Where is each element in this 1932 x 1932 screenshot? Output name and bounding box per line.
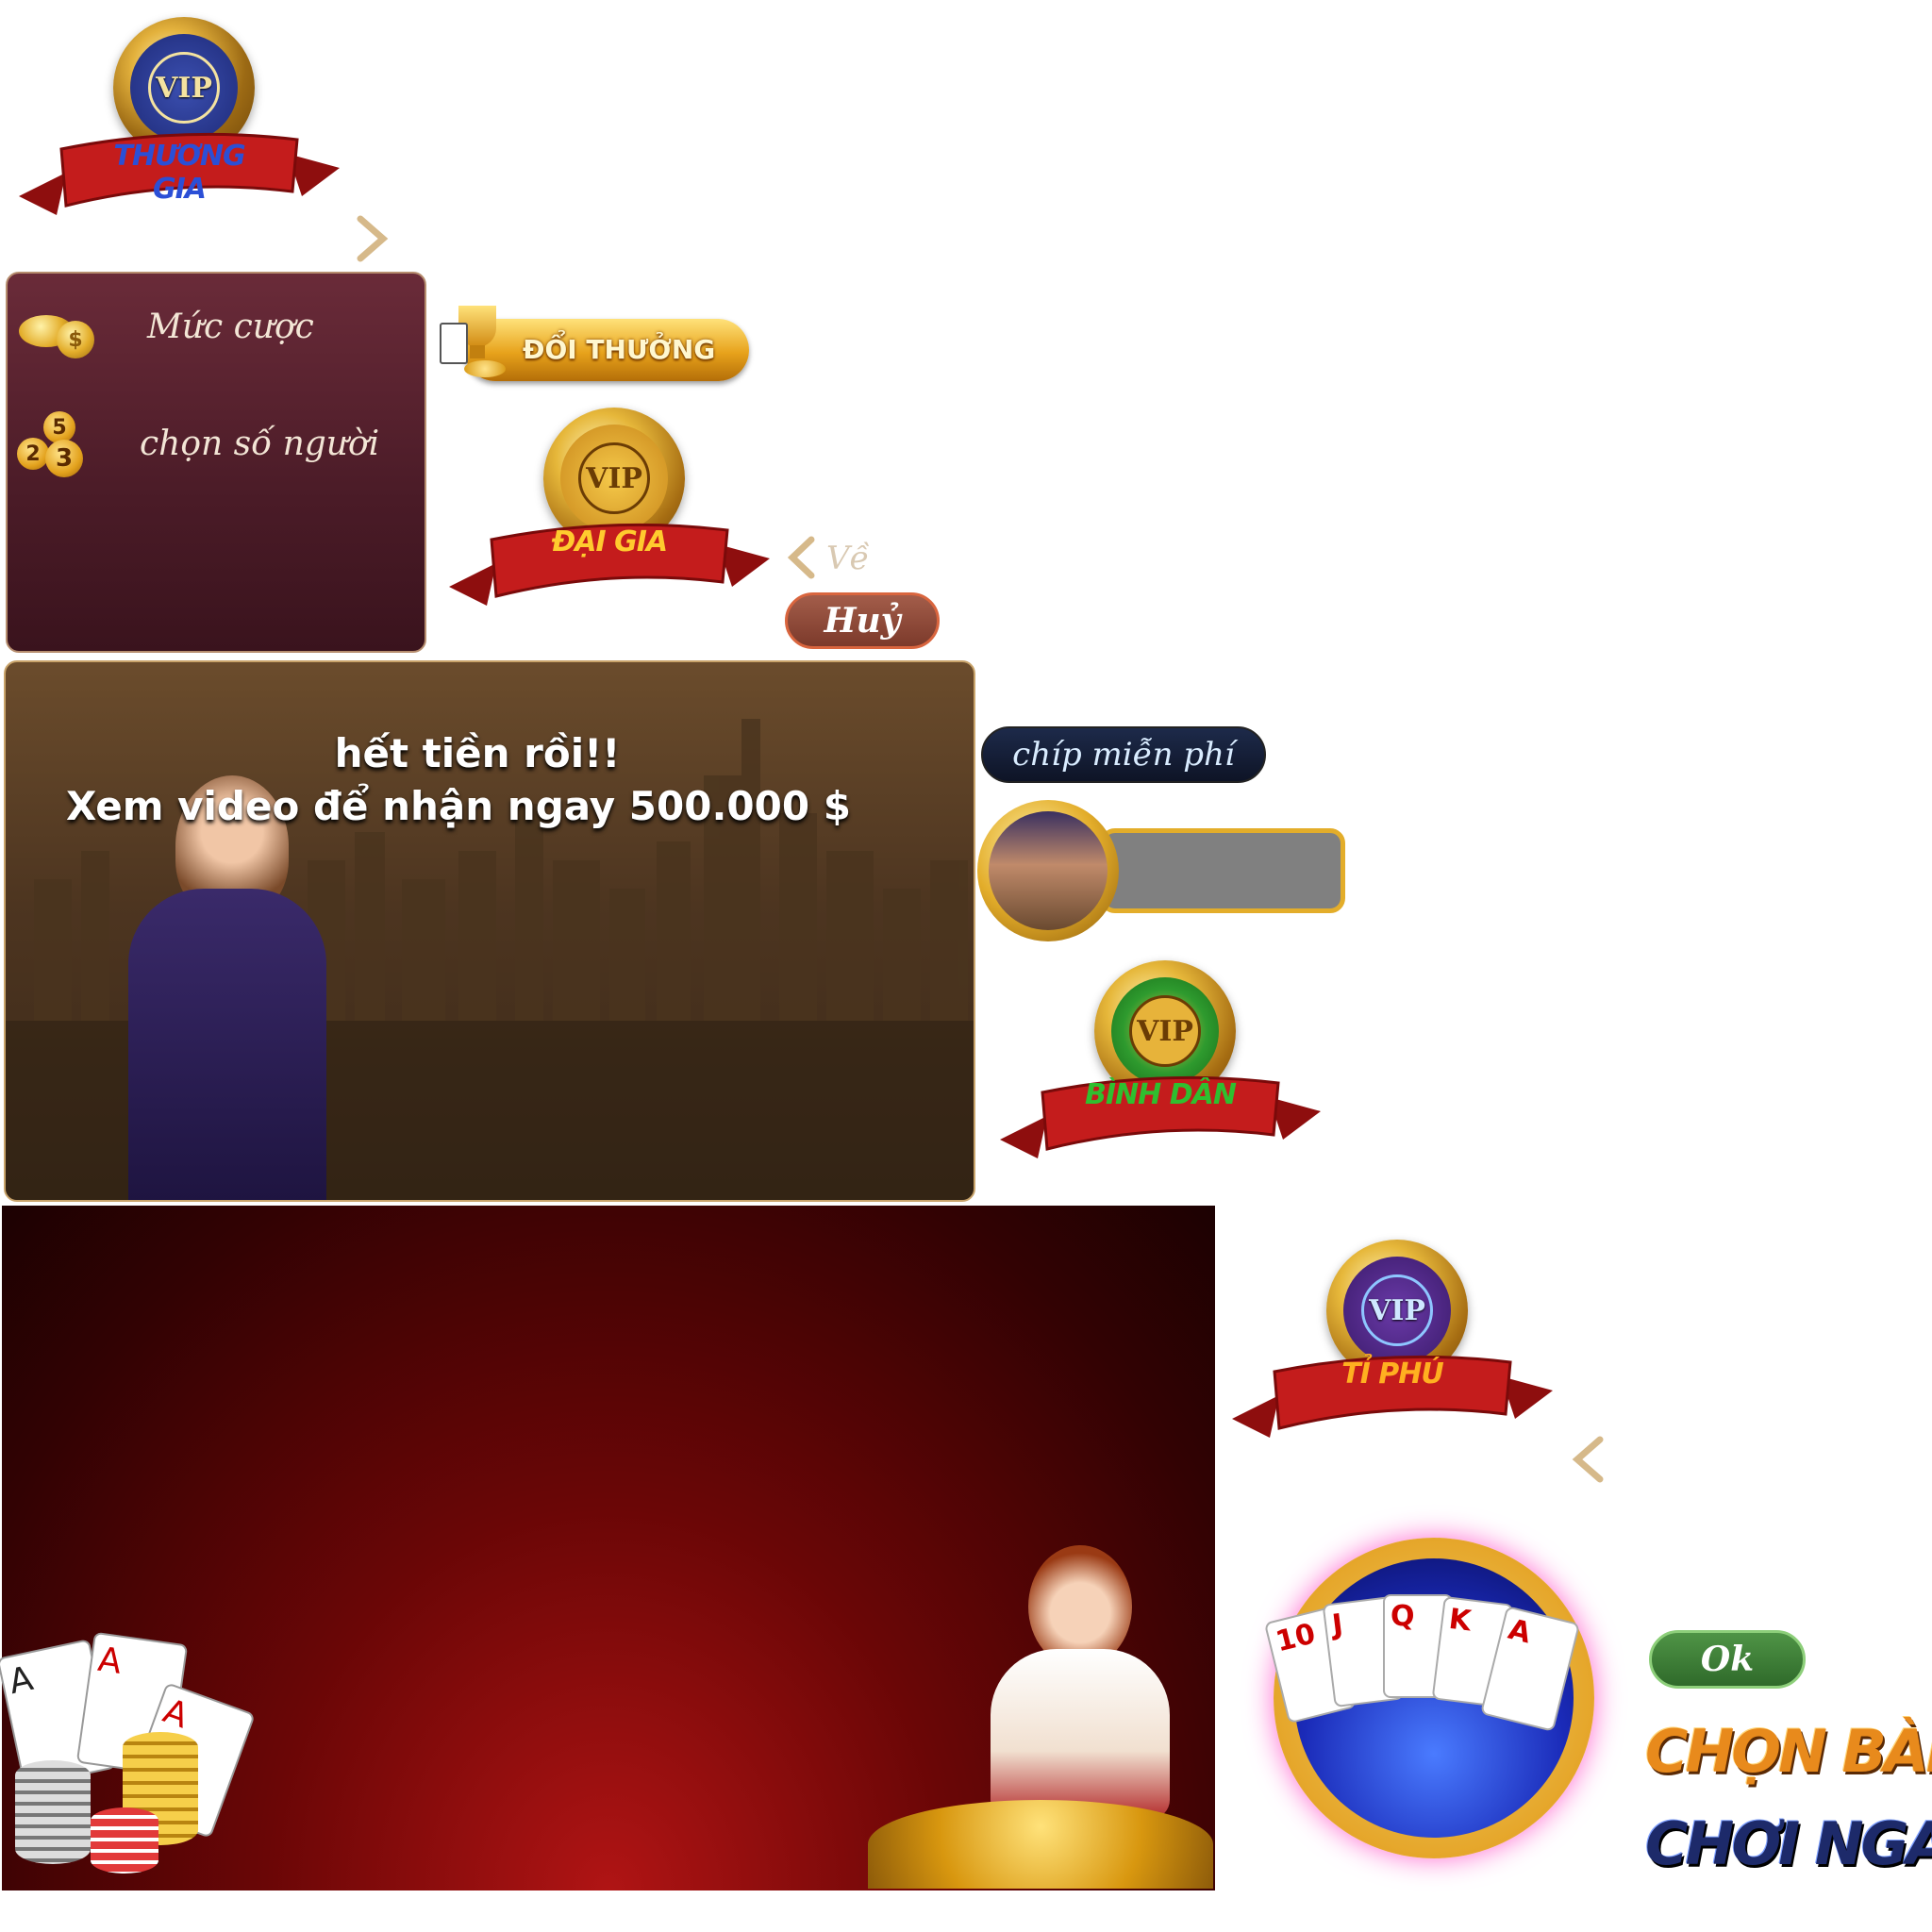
out-of-money-banner: hết tiền rồi!! Xem video để nhận ngay 50… <box>4 660 975 1202</box>
chevron-right-icon[interactable] <box>355 215 389 262</box>
bet-label: Mức cược <box>147 308 314 346</box>
trophy-icon <box>436 302 511 387</box>
vip-text: VIP <box>578 442 650 514</box>
card-icon <box>440 323 468 364</box>
number-balls-icon: 5 2 3 <box>17 411 92 487</box>
chevron-left-icon[interactable] <box>1572 1436 1606 1483</box>
ok-button[interactable]: Ok <box>1649 1630 1806 1689</box>
vip-text: VIP <box>148 52 220 124</box>
game-circle[interactable]: 10 J Q K A <box>1263 1538 1594 1858</box>
reward-button[interactable]: ĐỔI THƯỞNG <box>436 302 757 387</box>
choose-table-logo: CHỌN BÀN CHƠI NGAY <box>1645 1717 1932 1896</box>
vip-badge-binh-dan[interactable]: VIP BÌNH DÂN <box>1000 951 1321 1196</box>
badge-label: BÌNH DÂN <box>1085 1078 1237 1111</box>
player-name-box <box>1100 828 1345 913</box>
royal-flush-cards: 10 J Q K A <box>1263 1594 1594 1736</box>
free-chip-button[interactable]: chíp miễn phí <box>981 726 1266 783</box>
badge-label: THƯƠNG GIA <box>113 140 245 206</box>
vip-badge-ti-phu[interactable]: VIP TỈ PHÚ <box>1232 1230 1553 1475</box>
cancel-button[interactable]: Huỷ <box>785 592 940 649</box>
back-label: Về <box>826 540 870 577</box>
player-info <box>977 800 1349 943</box>
settings-panel: $ Mức cược 5 2 3 chọn số người <box>6 272 426 653</box>
vip-badge-thuong-gia[interactable]: VIP THƯƠNG GIA <box>19 8 340 253</box>
coins-icon: $ <box>19 309 98 358</box>
badge-label: ĐẠI GIA <box>551 525 668 558</box>
reward-label: ĐỔI THƯỞNG <box>523 334 716 365</box>
logo-line1: CHỌN BÀN <box>1645 1717 1932 1786</box>
banner-line1: hết tiền rồi!! <box>334 730 621 776</box>
girl-with-coins <box>868 1545 1213 1889</box>
red-background: A A A <box>0 1206 1215 1890</box>
cards-and-chips: A A A <box>0 1628 256 1874</box>
vip-text: VIP <box>1129 995 1201 1067</box>
logo-line2: CHƠI NGAY <box>1645 1809 1932 1878</box>
avatar[interactable] <box>977 800 1119 941</box>
woman-illustration <box>72 775 383 1200</box>
back-button[interactable]: Về <box>787 532 891 581</box>
badge-label: TỈ PHÚ <box>1341 1357 1444 1391</box>
chevron-left-icon <box>787 536 815 579</box>
players-label: chọn số người <box>140 425 380 463</box>
vip-text: VIP <box>1361 1274 1433 1346</box>
banner-line2: Xem video để nhận ngay 500.000 $ <box>66 783 851 829</box>
vip-badge-dai-gia[interactable]: VIP ĐẠI GIA <box>449 398 770 643</box>
